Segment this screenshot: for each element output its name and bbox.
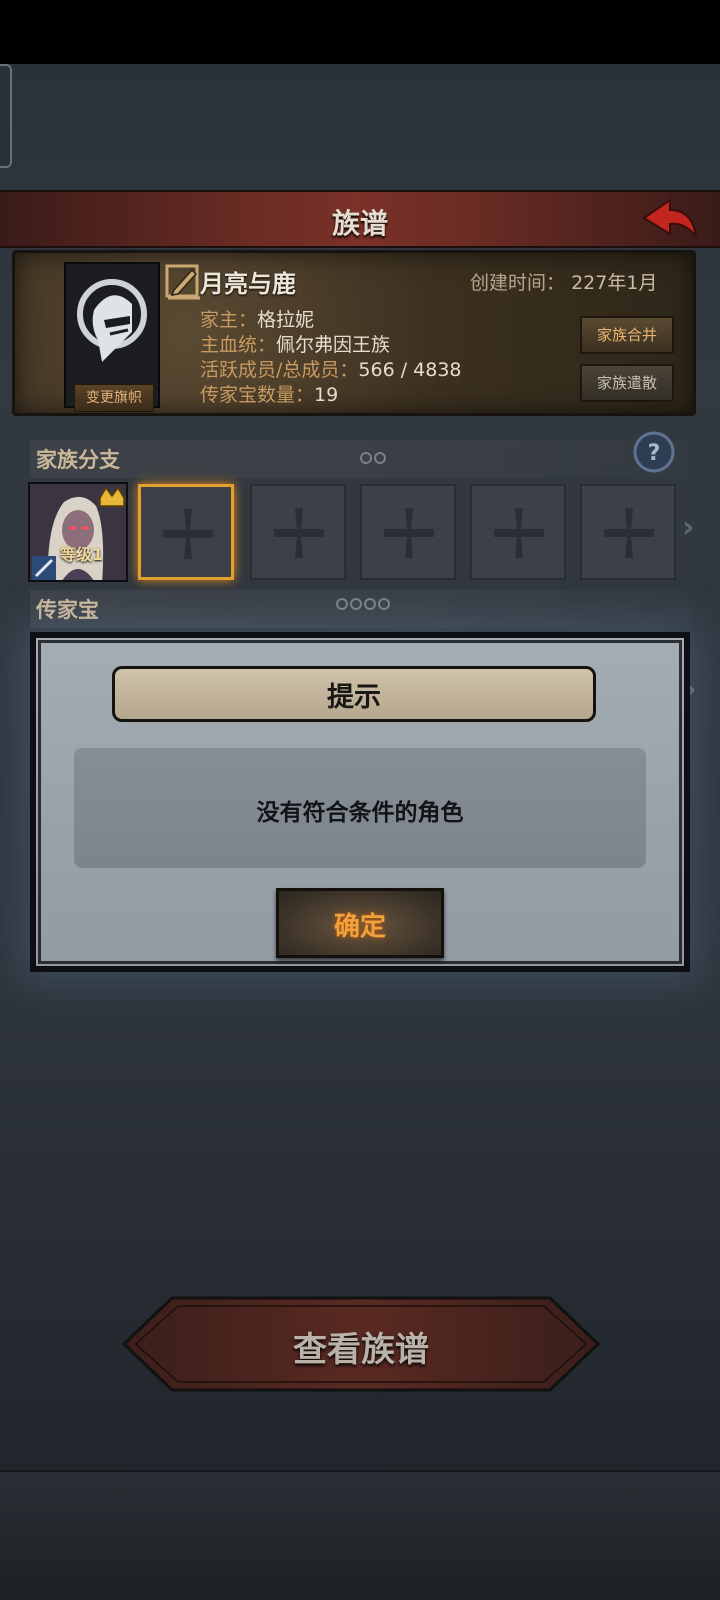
branch-page-dots [360,452,386,464]
heirloom-count-label: 传家宝数量： [200,384,315,406]
bloodline-label: 主血统： [200,334,277,356]
branch-slot-empty[interactable] [250,484,346,580]
back-arrow-icon[interactable] [640,196,700,242]
bottom-shade [0,1470,720,1600]
edit-pencil-icon[interactable] [164,262,202,300]
branch-slot-empty[interactable] [580,484,676,580]
leader-value: 格拉妮 [257,309,315,331]
chevron-right-icon[interactable]: › [682,510,694,545]
change-flag-button[interactable]: 变更旗帜 [74,384,154,412]
hero-level: 等级1 [60,545,104,564]
branch-slot-empty[interactable] [138,484,234,580]
hero-portrait-slot[interactable] [28,482,128,582]
hero-portrait-icon [30,484,126,580]
branches-header: 家族分支 [30,440,690,478]
page-dot [350,598,362,610]
page-dot [378,598,390,610]
status-bar [0,0,720,64]
members-value: 566 / 4838 [358,359,462,381]
branches-title: 家族分支 [36,448,120,472]
created-time: 创建时间： 227年1月 [470,268,657,295]
created-label: 创建时间： [470,272,566,294]
heirlooms-title: 传家宝 [36,598,99,622]
svg-text:?: ? [648,441,661,466]
cross-emblem-icon [163,509,213,559]
heirlooms-header: 传家宝 [30,590,690,628]
page-dot [360,452,372,464]
members-line: 活跃成员/总成员：566 / 4838 [200,355,462,382]
cross-emblem-icon [384,508,434,558]
knight-helmet-icon [77,279,147,362]
bloodline-value: 佩尔弗因王族 [276,334,391,356]
cross-emblem-icon [494,508,544,558]
leader-label: 家主： [200,309,258,331]
dialog-message: 没有符合条件的角色 [256,800,464,826]
cross-emblem-icon [274,508,324,558]
family-name: 月亮与鹿 [200,270,296,298]
page-title: 族谱 [331,207,388,240]
bloodline-line: 主血统：佩尔弗因王族 [200,330,390,357]
page-dot [364,598,376,610]
branch-slot-empty[interactable] [470,484,566,580]
page-dot [336,598,348,610]
family-disband-button[interactable]: 家族遣散 [580,364,674,402]
heirloom-page-dots [336,598,390,610]
help-icon[interactable]: ? [632,430,676,474]
side-menu-tab[interactable] [0,64,12,168]
cross-emblem-icon [604,508,654,558]
title-bar: 族谱 [0,190,720,248]
heirloom-count-value: 19 [314,384,339,406]
dialog-title: 提示 [327,682,381,713]
created-value: 227年1月 [571,272,658,294]
members-label: 活跃成员/总成员： [200,359,359,381]
branch-slot-empty[interactable] [360,484,456,580]
leader-line: 家主：格拉妮 [200,305,314,332]
page-dot [374,452,386,464]
confirm-button-label: 确定 [333,912,386,942]
family-merge-button[interactable]: 家族合并 [580,316,674,354]
view-family-tree-label: 查看族谱 [293,1330,429,1370]
heirloom-count-line: 传家宝数量：19 [200,380,338,407]
